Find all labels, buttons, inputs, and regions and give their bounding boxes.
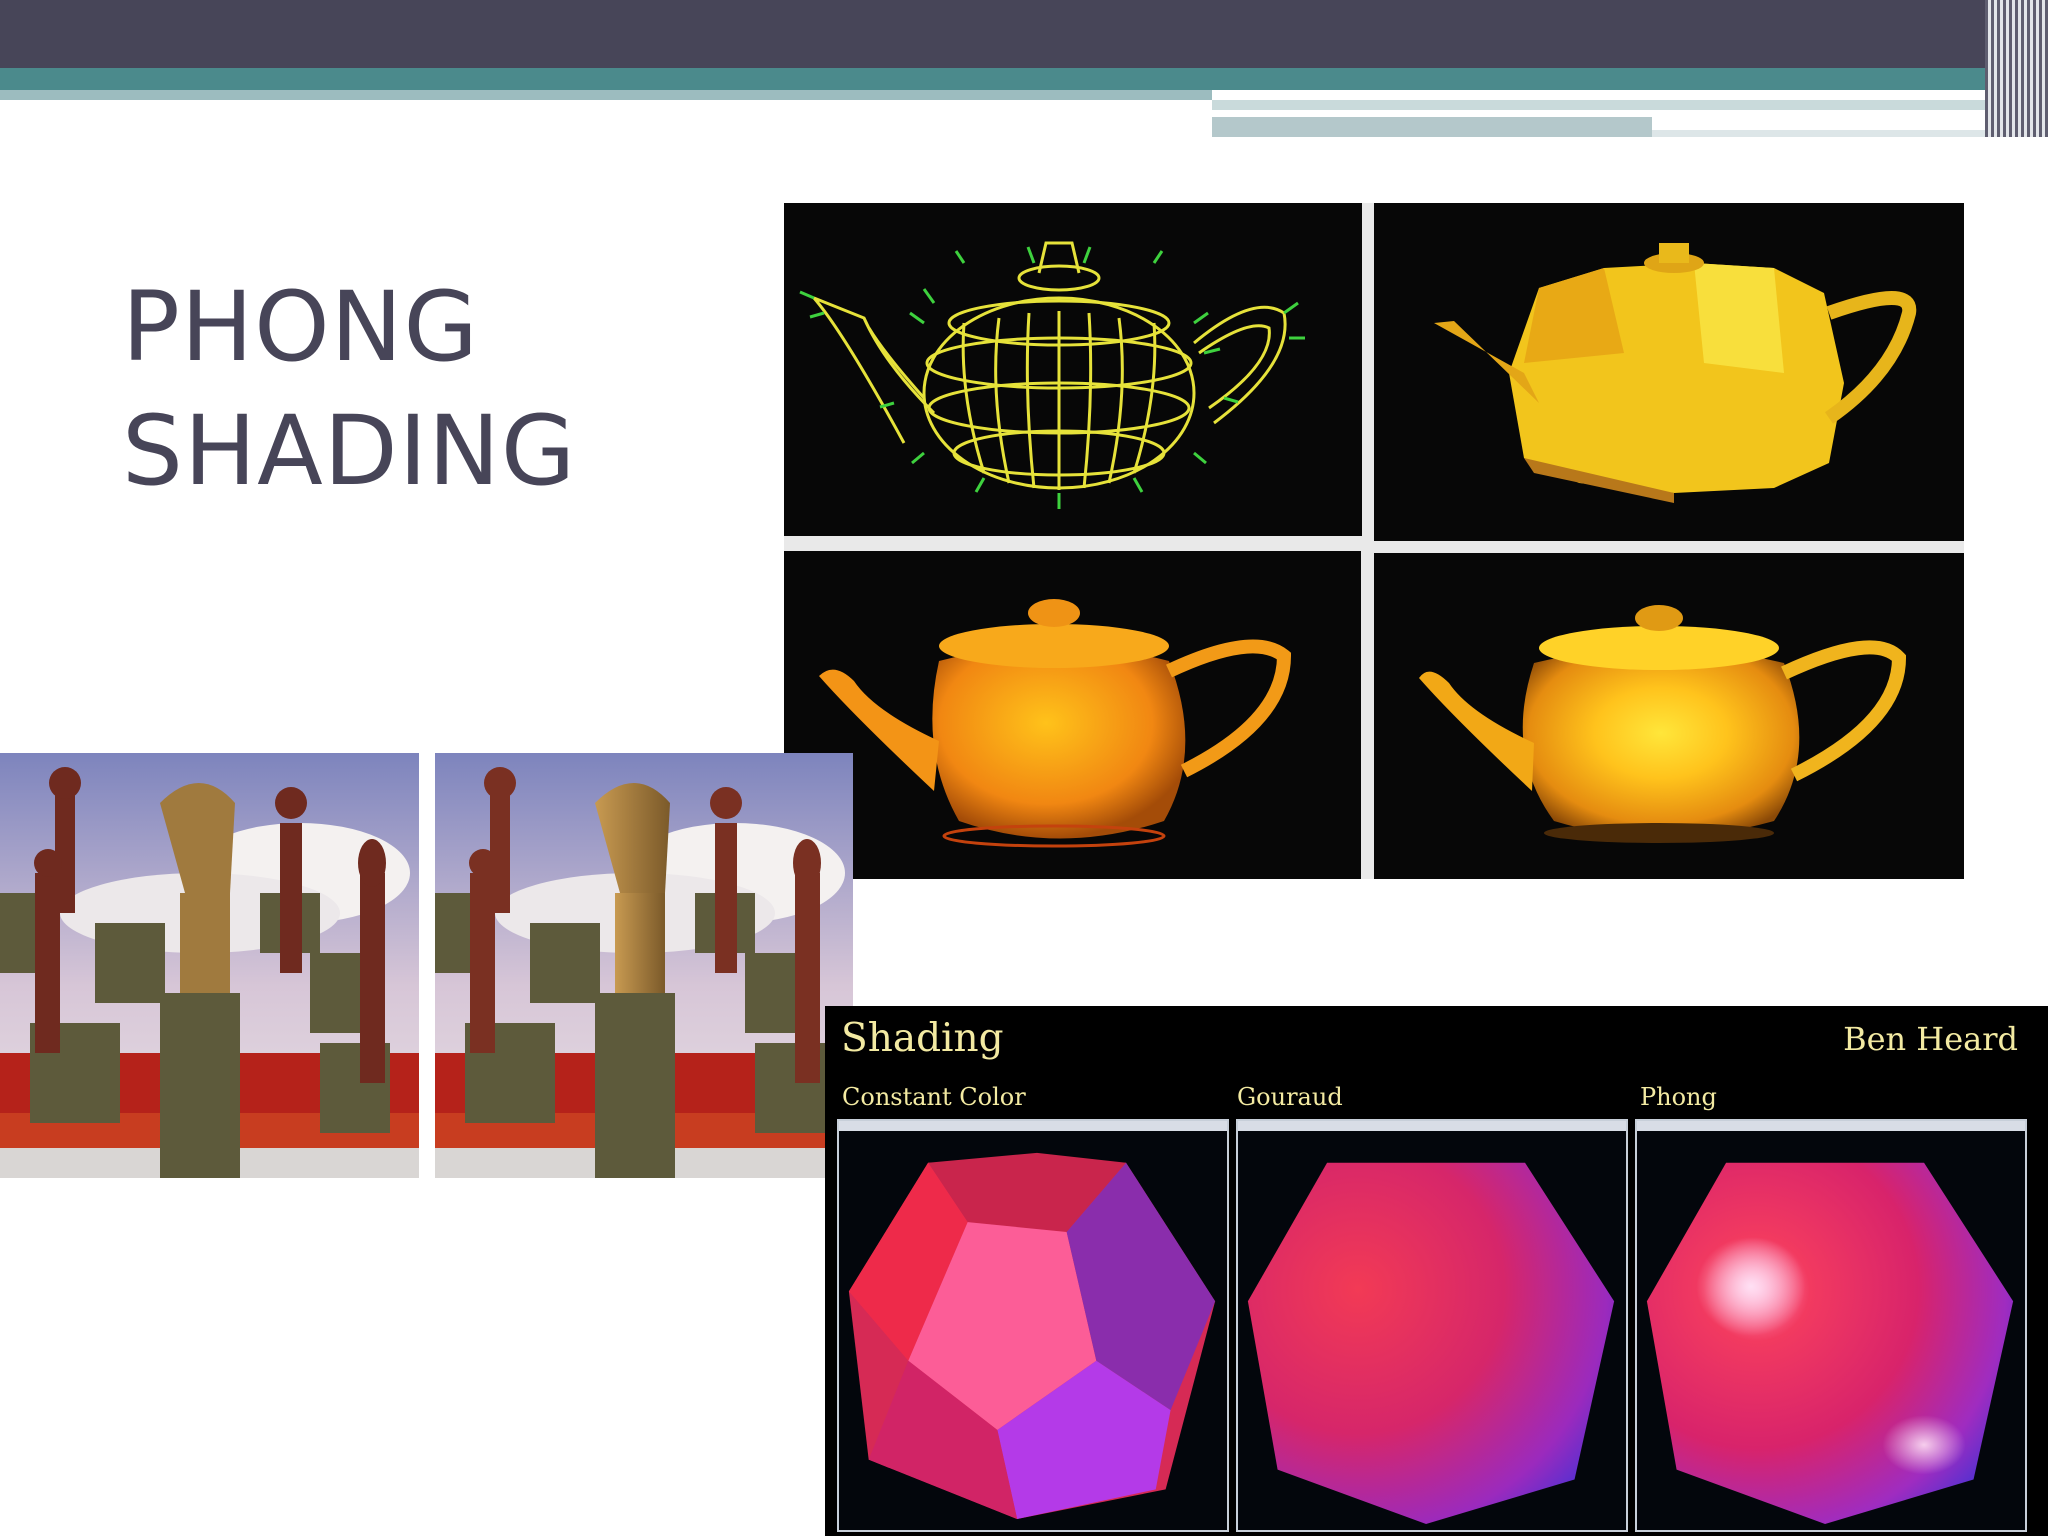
- figure-label-constant: Constant Color: [842, 1083, 1026, 1111]
- header-deco-bar: [1212, 117, 1652, 137]
- window-titlebar: [1637, 1121, 2025, 1131]
- teapot-flat-panel: [1374, 203, 1964, 541]
- teapot-comparison-image: [784, 203, 1964, 879]
- constant-color-window: [837, 1119, 1229, 1532]
- window-titlebar: [1238, 1121, 1626, 1131]
- chess-illustration: [435, 753, 853, 1178]
- slide-title: PHONG SHADING: [122, 265, 682, 513]
- header-deco-bar: [1212, 110, 1897, 117]
- teapot-phong-illustration: [1419, 605, 1907, 843]
- gouraud-sphere-illustration: [1247, 1162, 1615, 1525]
- slide-title-line: SHADING: [122, 395, 577, 507]
- header-light-strip: [0, 90, 1212, 100]
- header-deco-bar: [1652, 130, 2012, 137]
- teapot-flat-illustration: [1434, 243, 1917, 503]
- gouraud-window: [1236, 1119, 1628, 1532]
- header-accent-band: [0, 68, 2048, 90]
- chess-illustration: [0, 753, 419, 1178]
- faceted-sphere-illustration: [848, 1152, 1216, 1520]
- header-edge-stripes: [1985, 0, 2048, 137]
- teapot-wireframe-illustration: [799, 241, 1305, 509]
- figure-author: Ben Heard: [1843, 1020, 2018, 1058]
- slide-title-line: PHONG: [122, 271, 479, 383]
- window-titlebar: [839, 1121, 1227, 1131]
- header-band: [0, 0, 2048, 68]
- teapot-phong-panel: [1374, 553, 1964, 879]
- phong-sphere-illustration: [1646, 1162, 2014, 1525]
- figure-label-gouraud: Gouraud: [1237, 1083, 1343, 1111]
- teapot-gouraud-panel: [784, 551, 1361, 879]
- chess-scene-phong: [435, 753, 853, 1178]
- figure-title: Shading: [841, 1016, 1004, 1061]
- teapot-wireframe-panel: [784, 203, 1362, 536]
- figure-label-phong: Phong: [1640, 1083, 1717, 1111]
- header-deco-bar: [1212, 100, 2012, 110]
- chess-scene-image: [0, 753, 853, 1178]
- teapot-gouraud-illustration: [819, 599, 1292, 848]
- phong-window: [1635, 1119, 2027, 1532]
- chess-scene-gouraud: [0, 753, 419, 1178]
- sphere-shading-comparison: Shading Ben Heard Constant Color Gouraud…: [825, 1006, 2048, 1536]
